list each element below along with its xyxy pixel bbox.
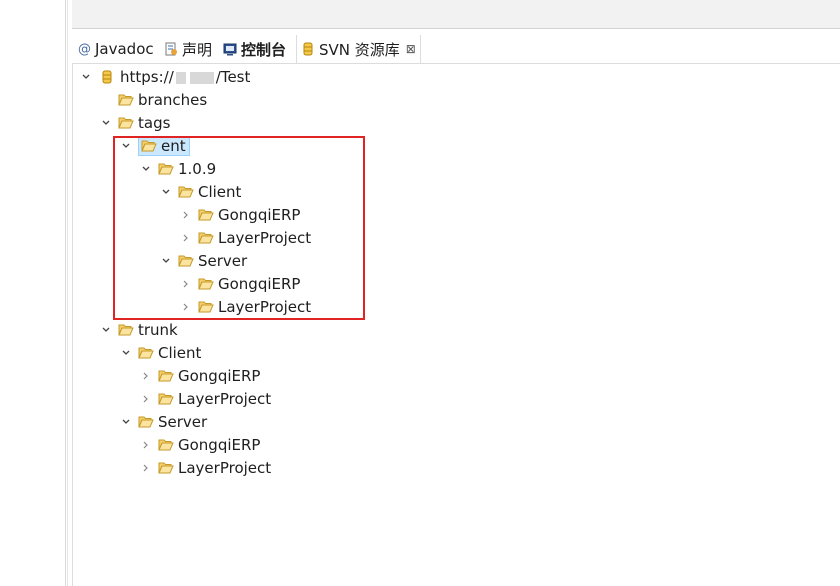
folder-icon: [118, 93, 134, 107]
folder-icon: [118, 323, 134, 337]
editor-area: [72, 0, 840, 29]
tab-label: SVN 资源库: [319, 40, 400, 59]
folder-icon: [158, 392, 174, 406]
chevron-down-icon[interactable]: [100, 324, 112, 336]
tree-node-branches[interactable]: branches: [118, 89, 207, 111]
chevron-down-icon[interactable]: [120, 416, 132, 428]
tree-node-label: branches: [138, 91, 208, 109]
console-icon: [223, 42, 237, 56]
tab-console[interactable]: 控制台: [223, 35, 286, 63]
declaration-icon: [164, 42, 178, 56]
folder-icon: [138, 346, 154, 360]
chevron-down-icon[interactable]: [80, 71, 92, 83]
tree-node-label: LayerProject: [178, 459, 272, 477]
tree-node-label: GongqiERP: [178, 436, 261, 454]
tree-node-label: LayerProject: [178, 390, 272, 408]
tab-label: 声明: [182, 40, 213, 59]
tab-label: 控制台: [241, 40, 287, 59]
tree-node-label: GongqiERP: [178, 367, 261, 385]
tree-node-trunk[interactable]: trunk: [100, 319, 178, 341]
chevron-right-icon[interactable]: [140, 462, 152, 474]
folder-icon: [118, 116, 134, 130]
tab-javadoc[interactable]: @ Javadoc: [78, 35, 154, 63]
chevron-right-icon[interactable]: [140, 439, 152, 451]
divider: [65, 0, 66, 586]
tree-node-label: Server: [158, 413, 208, 431]
tree-node-client[interactable]: Client: [120, 342, 201, 364]
tree-node-root[interactable]: https:///Test: [80, 66, 250, 88]
javadoc-icon: @: [78, 41, 91, 57]
tree-node-tags[interactable]: tags: [100, 112, 170, 134]
tree-node-label: Client: [158, 344, 202, 362]
redacted-area: [175, 71, 186, 84]
view-tab-bar: @ Javadoc 声明 控制台 SVN 资源库 ⊠: [72, 35, 840, 64]
tree-node-label: tags: [138, 114, 171, 132]
tab-declaration[interactable]: 声明: [164, 35, 212, 63]
left-panel: [0, 0, 65, 586]
tab-label: Javadoc: [95, 40, 154, 58]
svn-repository-icon: [301, 42, 315, 56]
close-icon[interactable]: ⊠: [406, 42, 416, 56]
folder-icon: [158, 369, 174, 383]
chevron-right-icon[interactable]: [140, 393, 152, 405]
tree-node-layerproject[interactable]: LayerProject: [140, 388, 271, 410]
tree-node-label: trunk: [138, 321, 178, 339]
redacted-area: [189, 71, 214, 84]
repository-icon: [102, 70, 112, 84]
divider: [67, 0, 68, 586]
tree-node-label: https:///Test: [120, 68, 251, 86]
folder-icon: [158, 438, 174, 452]
divider: [72, 63, 73, 586]
tree-node-server[interactable]: Server: [120, 411, 207, 433]
highlight-box: [113, 136, 365, 320]
tree-node-layerproject[interactable]: LayerProject: [140, 457, 271, 479]
chevron-right-icon[interactable]: [140, 370, 152, 382]
folder-icon: [138, 415, 154, 429]
chevron-down-icon[interactable]: [100, 117, 112, 129]
tree-node-gongqierp[interactable]: GongqiERP: [140, 434, 260, 456]
tab-svn-repository[interactable]: SVN 资源库 ⊠: [296, 35, 421, 63]
folder-icon: [158, 461, 174, 475]
chevron-down-icon[interactable]: [120, 347, 132, 359]
tree-node-gongqierp[interactable]: GongqiERP: [140, 365, 260, 387]
